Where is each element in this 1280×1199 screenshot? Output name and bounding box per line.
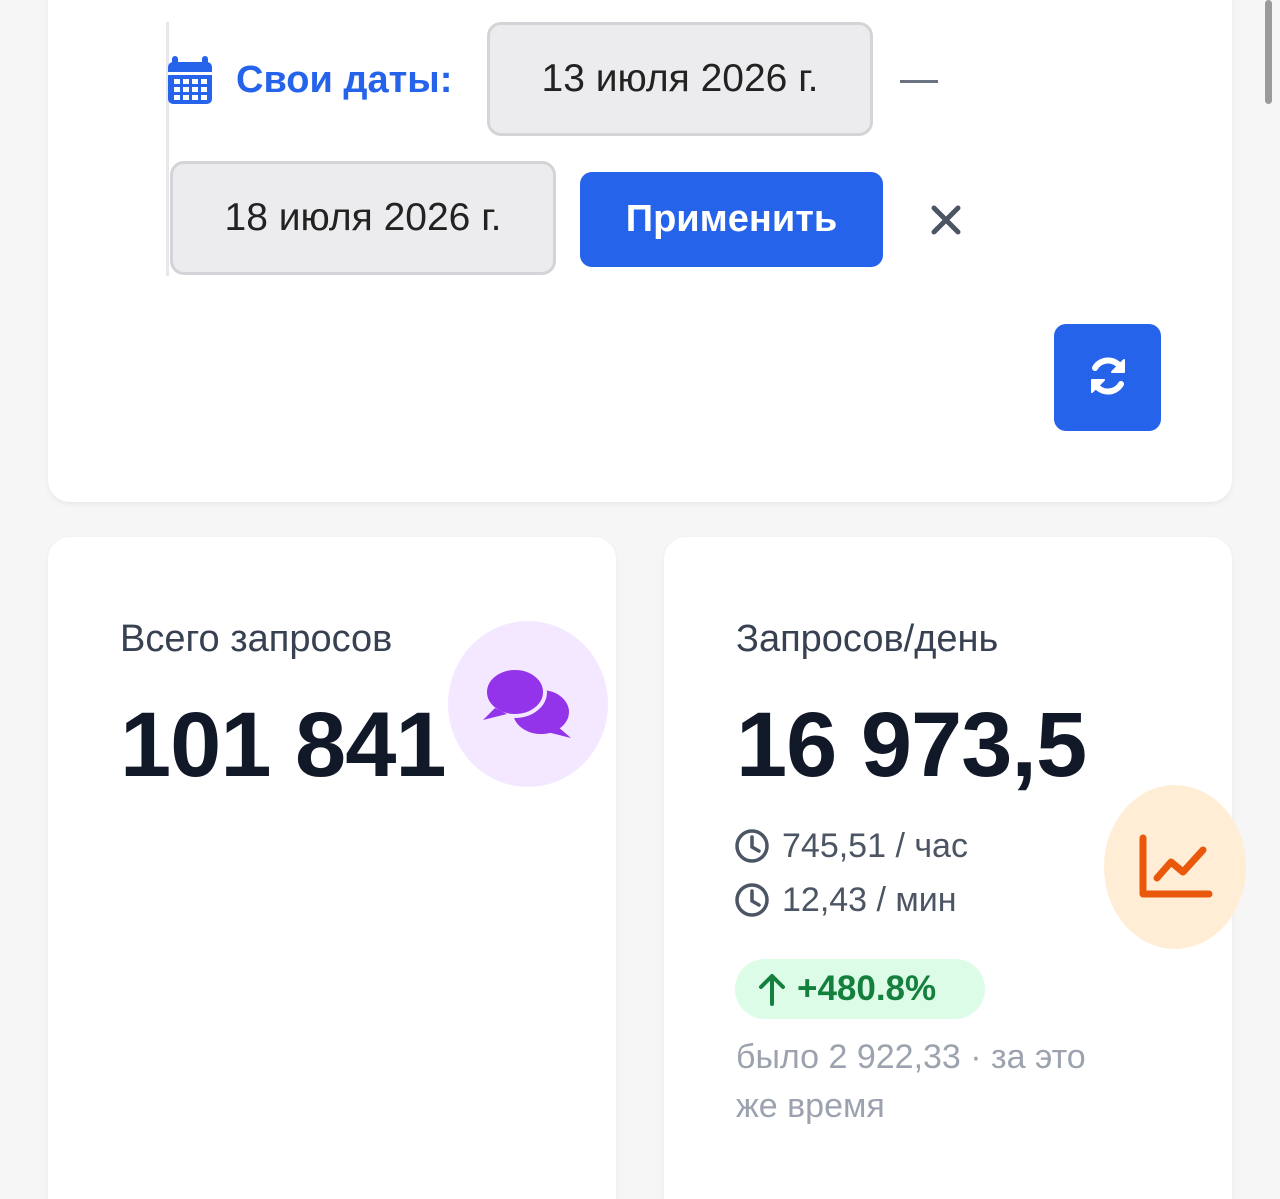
refresh-button[interactable] [1054,324,1161,431]
requests-per-day-value: 16 973,5 [736,694,1087,796]
requests-per-day-title: Запросов/день [736,618,999,660]
dashboard-page: Свои даты: 13 июля 2026 г. 18 июля 2026 … [0,0,1280,1199]
per-hour-value: 745,51 / час [782,826,968,865]
clock-icon [735,883,769,917]
clear-range-button[interactable] [922,196,970,244]
apply-button[interactable]: Применить [580,172,883,267]
refresh-icon [1090,357,1125,395]
previous-period-text: было 2 922,33 · за это же время [736,1038,1086,1125]
per-minute-row: 12,43 / мин [734,879,957,921]
range-dash [900,80,938,83]
total-requests-card: Всего запросов 101 841 [48,537,616,1199]
trend-badge [1104,785,1246,949]
calendar-icon [168,56,212,104]
change-value: +480.8% [797,969,937,1008]
total-requests-value: 101 841 [120,694,447,796]
per-minute-value: 12,43 / мин [782,880,957,919]
clock-icon [735,829,769,863]
close-icon [931,205,961,235]
per-hour-row: 745,51 / час [734,825,968,867]
date-from-field[interactable]: 13 июля 2026 г. [487,22,873,136]
total-requests-title: Всего запросов [120,618,393,660]
line-chart-icon [1139,834,1213,898]
requests-per-day-card: Запросов/день 16 973,5 745,51 / час 12,4… [664,537,1246,1199]
arrow-up-icon [759,974,785,1006]
custom-range-label: Свои даты: [236,59,453,101]
chat-bubbles-icon [483,666,571,738]
chat-badge [448,621,608,787]
scrollbar-thumb[interactable] [1265,0,1272,104]
date-to-field[interactable]: 18 июля 2026 г. [170,161,556,275]
change-badge: +480.8% [735,959,985,1019]
